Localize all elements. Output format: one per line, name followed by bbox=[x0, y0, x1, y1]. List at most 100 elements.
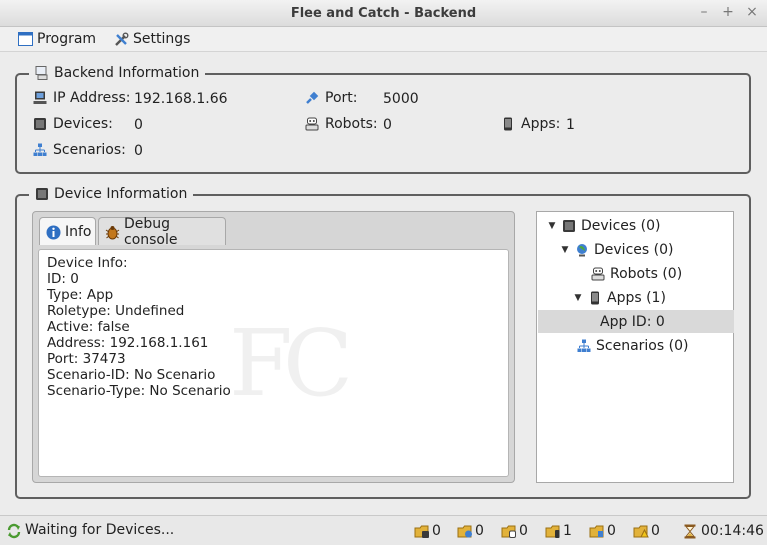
device-tree[interactable]: ▼ Devices (0) ▼ Devices (0) Robots (0) ▼… bbox=[536, 211, 734, 483]
info-icon bbox=[46, 225, 61, 239]
globe-icon bbox=[575, 243, 589, 257]
tree-node-devices-root[interactable]: ▼ Devices (0) bbox=[547, 214, 661, 238]
refresh-icon bbox=[6, 523, 21, 539]
fc-watermark: FC bbox=[229, 310, 353, 417]
tree-node-label: Scenarios (0) bbox=[596, 338, 689, 354]
menu-settings-label: Settings bbox=[133, 31, 191, 47]
window-title: Flee and Catch - Backend bbox=[290, 6, 477, 21]
device-info-text-area[interactable]: FC Device Info: ID: 0 Type: App Roletype… bbox=[38, 249, 509, 477]
tab-info-label: Info bbox=[65, 223, 92, 240]
device-icon bbox=[33, 117, 47, 131]
expand-arrow-icon[interactable]: ▼ bbox=[560, 245, 570, 255]
ip-address-value: 192.168.1.66 bbox=[134, 91, 228, 107]
counter-value: 0 bbox=[607, 523, 616, 539]
tree-node-robots[interactable]: Robots (0) bbox=[591, 262, 682, 286]
tree-node-apps[interactable]: ▼ Apps (1) bbox=[573, 286, 666, 310]
robot-folder-icon bbox=[501, 524, 516, 538]
minimize-button[interactable]: – bbox=[697, 4, 711, 20]
expand-arrow-icon[interactable]: ▼ bbox=[573, 293, 583, 303]
smartphone-icon bbox=[588, 291, 602, 305]
window-controls: – + × bbox=[697, 4, 759, 20]
expand-arrow-icon[interactable]: ▼ bbox=[547, 221, 557, 231]
globe-folder-icon bbox=[457, 524, 472, 538]
tree-node-scenarios[interactable]: Scenarios (0) bbox=[577, 334, 688, 358]
network-tree-icon bbox=[33, 143, 47, 157]
warning-folder-icon bbox=[633, 524, 649, 538]
tree-node-label: Devices (0) bbox=[594, 242, 674, 258]
tree-node-label: Apps (1) bbox=[607, 290, 666, 306]
status-message: Waiting for Devices... bbox=[6, 522, 175, 539]
tree-node-label: Robots (0) bbox=[610, 266, 683, 282]
device-icon bbox=[562, 219, 576, 233]
backend-information-label: Backend Information bbox=[54, 65, 200, 81]
tab-info[interactable]: Info bbox=[39, 217, 96, 245]
info-line: Port: 37473 bbox=[47, 351, 126, 367]
menu-bar: Program Settings bbox=[0, 27, 767, 52]
port-field: Port: bbox=[305, 90, 357, 106]
status-timer: 00:14:46 bbox=[683, 523, 764, 539]
device-information-label: Device Information bbox=[54, 186, 188, 202]
status-message-label: Waiting for Devices... bbox=[25, 522, 175, 538]
hourglass-icon bbox=[683, 524, 697, 539]
scenarios-field: Scenarios: bbox=[33, 142, 126, 158]
status-counter-robots: 0 bbox=[501, 523, 528, 539]
network-folder-icon bbox=[589, 524, 604, 538]
title-bar: Flee and Catch - Backend – + × bbox=[0, 0, 767, 27]
device-tab-pane: Info Debug console FC Device Info: ID: 0… bbox=[32, 211, 515, 483]
devices-value: 0 bbox=[134, 117, 143, 133]
tree-node-label: Devices (0) bbox=[581, 218, 661, 234]
status-counter-warnings: 0 bbox=[633, 523, 660, 539]
port-label: Port: bbox=[325, 90, 358, 106]
counter-value: 0 bbox=[432, 523, 441, 539]
smartphone-icon bbox=[501, 117, 515, 131]
device-info-lines: Device Info: ID: 0 Type: App Roletype: U… bbox=[47, 255, 231, 399]
info-line: Device Info: bbox=[47, 255, 128, 271]
tab-debug-console-label: Debug console bbox=[124, 215, 178, 248]
apps-field: Apps: bbox=[501, 116, 560, 132]
status-counter-connected: 0 bbox=[457, 523, 484, 539]
ip-address-field: IP Address: bbox=[33, 90, 131, 106]
close-button[interactable]: × bbox=[745, 4, 759, 20]
maximize-button[interactable]: + bbox=[721, 4, 735, 20]
window-icon bbox=[18, 32, 33, 46]
devices-label: Devices: bbox=[53, 116, 113, 132]
computer-icon bbox=[35, 66, 49, 80]
device-folder-icon bbox=[414, 524, 429, 538]
tree-node-label: App ID: 0 bbox=[600, 314, 665, 330]
status-counter-devices: 0 bbox=[414, 523, 441, 539]
info-line: Address: 192.168.1.161 bbox=[47, 335, 209, 351]
status-counter-apps: 1 bbox=[545, 523, 572, 539]
robot-icon bbox=[591, 267, 605, 281]
timer-value: 00:14:46 bbox=[701, 523, 764, 539]
robots-label: Robots: bbox=[325, 116, 378, 132]
tools-icon bbox=[114, 32, 129, 46]
scenarios-label: Scenarios: bbox=[53, 142, 126, 158]
menu-program[interactable]: Program bbox=[18, 31, 96, 47]
network-tree-icon bbox=[577, 339, 591, 353]
menu-settings[interactable]: Settings bbox=[114, 31, 190, 47]
info-line: Scenario-Type: No Scenario bbox=[47, 383, 231, 399]
info-line: Roletype: Undefined bbox=[47, 303, 185, 319]
counter-value: 1 bbox=[563, 523, 572, 539]
tree-node-devices[interactable]: ▼ Devices (0) bbox=[560, 238, 674, 262]
phone-folder-icon bbox=[545, 524, 560, 538]
apps-label: Apps: bbox=[521, 116, 561, 132]
apps-value: 1 bbox=[566, 117, 575, 133]
backend-information-group: Backend Information IP Address: 192.168.… bbox=[15, 65, 751, 174]
scenarios-value: 0 bbox=[134, 143, 143, 159]
plug-icon bbox=[305, 91, 319, 105]
robot-icon bbox=[305, 117, 319, 131]
status-counter-scenarios: 0 bbox=[589, 523, 616, 539]
counter-value: 0 bbox=[519, 523, 528, 539]
menu-program-label: Program bbox=[37, 31, 97, 47]
robots-value: 0 bbox=[383, 117, 392, 133]
port-value: 5000 bbox=[383, 91, 419, 107]
tab-debug-console[interactable]: Debug console bbox=[98, 215, 226, 248]
devices-field: Devices: bbox=[33, 116, 113, 132]
tree-node-app-id-0[interactable]: App ID: 0 bbox=[600, 310, 665, 334]
counter-value: 0 bbox=[475, 523, 484, 539]
device-information-title: Device Information bbox=[29, 186, 194, 202]
robots-field: Robots: bbox=[305, 116, 378, 132]
counter-value: 0 bbox=[651, 523, 660, 539]
backend-information-title: Backend Information bbox=[29, 65, 206, 81]
